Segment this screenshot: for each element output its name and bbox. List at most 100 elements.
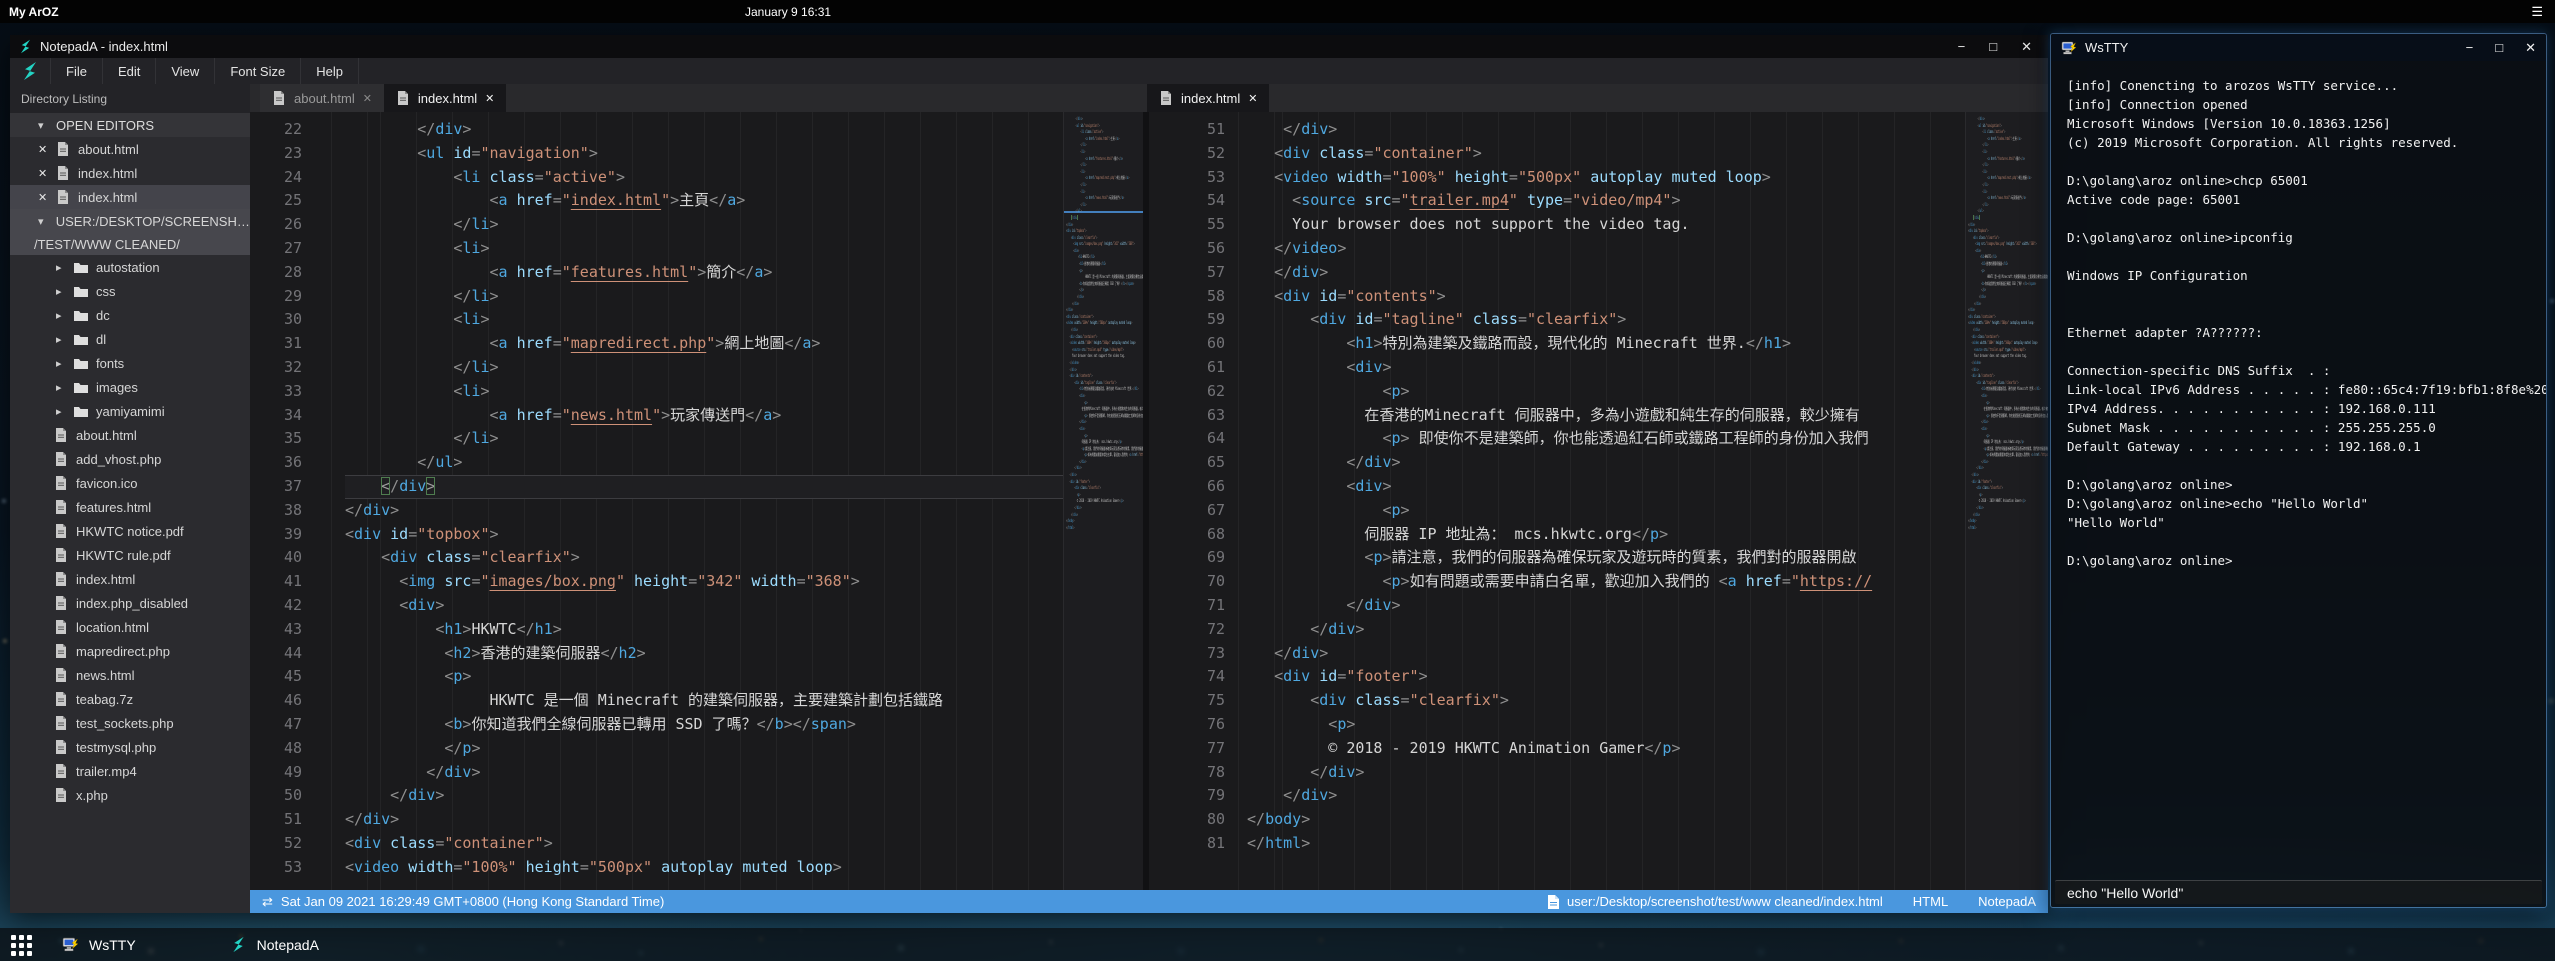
notepada-titlebar[interactable]: NotepadA - index.html [10, 35, 2048, 58]
menu-help[interactable]: Help [301, 58, 359, 84]
code-line[interactable]: </li> [345, 356, 1063, 380]
code-line[interactable]: <p> [1247, 499, 1965, 523]
taskbar-item-notepada[interactable]: NotepadA [216, 928, 333, 961]
code-line[interactable]: HKWTC 是一個 Minecraft 的建築伺服器，主要建築計劃包括鐵路 [345, 689, 1063, 713]
file-item[interactable]: test_sockets.php [10, 711, 250, 735]
close-tab-icon[interactable] [485, 92, 494, 105]
terminal-output[interactable]: [info] Conencting to arozos WsTTY servic… [2051, 61, 2546, 880]
code-line[interactable]: <source src="trailer.mp4" type="video/mp… [1247, 189, 1965, 213]
code-line[interactable]: </div> [345, 761, 1063, 785]
close-icon[interactable] [38, 167, 48, 180]
code-line[interactable]: <li> [345, 308, 1063, 332]
file-item[interactable]: about.html [10, 423, 250, 447]
close-icon[interactable] [38, 191, 48, 204]
minimize-button[interactable] [1958, 39, 1966, 54]
code-line[interactable]: <p>請注意，我們的伺服器為確保玩家及遊玩時的質素，我們對的服器開啟 [1247, 546, 1965, 570]
code-line[interactable]: <video width="100%" height="500px" autop… [345, 856, 1063, 880]
code-line[interactable]: <div class="clearfix"> [345, 546, 1063, 570]
code-line[interactable]: </video> [1247, 237, 1965, 261]
code-line[interactable]: © 2018 - 2019 HKWTC Animation Gamer</p> [1247, 737, 1965, 761]
wstty-titlebar[interactable]: WsTTY [2051, 34, 2546, 61]
tab-index-html-left[interactable]: index.html [384, 84, 506, 112]
code-line[interactable]: <a href="mapredirect.php">網上地圖</a> [345, 332, 1063, 356]
file-item[interactable]: location.html [10, 615, 250, 639]
code-line[interactable]: <p> [1247, 380, 1965, 404]
code-line[interactable]: <li> [345, 237, 1063, 261]
file-item[interactable]: news.html [10, 663, 250, 687]
folder-item[interactable]: autostation [10, 255, 250, 279]
code-line[interactable]: <h2>香港的建築伺服器</h2> [345, 642, 1063, 666]
hamburger-menu-icon[interactable] [2531, 0, 2543, 23]
code-line[interactable]: <a href="features.html">簡介</a> [345, 261, 1063, 285]
statusbar-language[interactable]: HTML [1913, 894, 1948, 909]
code-line[interactable]: </div> [1247, 594, 1965, 618]
taskbar-item-wstty[interactable]: WsTTY [48, 928, 150, 961]
code-line[interactable]: 伺服器 IP 地址為： mcs.hkwtc.org</p> [1247, 523, 1965, 547]
code-line[interactable]: <p> [345, 665, 1063, 689]
tree-root-path-line2[interactable]: /TEST/WWW CLEANED/ [10, 233, 250, 255]
system-menu-title[interactable]: My ArOZ [9, 5, 59, 19]
open-editor-item[interactable]: index.html [10, 185, 250, 209]
folder-item[interactable]: dl [10, 327, 250, 351]
code-line[interactable]: </div> [345, 499, 1063, 523]
code-line[interactable]: <div class="clearfix"> [1247, 689, 1965, 713]
code-line[interactable]: <p> [1247, 713, 1965, 737]
code-line[interactable]: <div id="footer"> [1247, 665, 1965, 689]
maximize-button[interactable] [2495, 40, 2503, 56]
folder-item[interactable]: yamiyamimi [10, 399, 250, 423]
code-line[interactable]: <li> [345, 380, 1063, 404]
folder-item[interactable]: css [10, 279, 250, 303]
code-line[interactable]: </div> [1247, 784, 1965, 808]
minimap-left[interactable]: </div> <ul id="navigation"> <li class="a… [1063, 112, 1143, 890]
tree-root-path[interactable]: USER:/DESKTOP/SCREENSHOT [10, 209, 250, 233]
file-item[interactable]: x.php [10, 783, 250, 807]
code-editor-right[interactable]: </div> <div class="container"> <video wi… [1237, 112, 1965, 890]
tab-about-html[interactable]: about.html [260, 84, 384, 112]
close-icon[interactable] [38, 143, 48, 156]
file-item[interactable]: teabag.7z [10, 687, 250, 711]
close-button[interactable] [2525, 40, 2536, 56]
code-line[interactable]: <a href="news.html">玩家傳送門</a> [345, 404, 1063, 428]
file-item[interactable]: add_vhost.php [10, 447, 250, 471]
file-item[interactable]: trailer.mp4 [10, 759, 250, 783]
menu-file[interactable]: File [50, 58, 103, 84]
code-line[interactable]: <div class="container"> [1247, 142, 1965, 166]
code-line[interactable]: </html> [1247, 832, 1965, 856]
app-launcher-button[interactable] [0, 928, 40, 961]
file-item[interactable]: features.html [10, 495, 250, 519]
code-line[interactable]: Your browser does not support the video … [1247, 213, 1965, 237]
menu-view[interactable]: View [156, 58, 215, 84]
maximize-button[interactable] [1989, 39, 1997, 54]
code-line[interactable]: </div> [1247, 118, 1965, 142]
file-item[interactable]: index.html [10, 567, 250, 591]
open-editor-item[interactable]: index.html [10, 161, 250, 185]
code-line[interactable]: <div id="topbox"> [345, 523, 1063, 547]
code-line[interactable]: <div> [345, 594, 1063, 618]
close-tab-icon[interactable] [363, 92, 372, 105]
file-item[interactable]: mapredirect.php [10, 639, 250, 663]
code-line[interactable]: </ul> [345, 451, 1063, 475]
code-line[interactable]: </div> [345, 808, 1063, 832]
menu-font-size[interactable]: Font Size [215, 58, 301, 84]
folder-item[interactable]: dc [10, 303, 250, 327]
code-line[interactable]: </li> [345, 427, 1063, 451]
code-line[interactable]: <p>如有問題或需要申請白名單，歡迎加入我們的 <a href="https:/… [1247, 570, 1965, 594]
file-item[interactable]: favicon.ico [10, 471, 250, 495]
minimap-right[interactable]: </div> <ul id="navigation"> <li class="a… [1965, 112, 2048, 890]
folder-item[interactable]: images [10, 375, 250, 399]
menu-edit[interactable]: Edit [103, 58, 156, 84]
code-line[interactable]: 在香港的Minecraft 伺服器中，多為小遊戲和純生存的伺服器，較少擁有 [1247, 404, 1965, 428]
file-item[interactable]: HKWTC rule.pdf [10, 543, 250, 567]
code-line[interactable]: <a href="index.html">主頁</a> [345, 189, 1063, 213]
code-line[interactable]: </p> [345, 737, 1063, 761]
open-editor-item[interactable]: about.html [10, 137, 250, 161]
code-line[interactable]: </div> [345, 475, 1063, 499]
code-line[interactable]: <h1>特別為建築及鐵路而設，現代化的 Minecraft 世界.</h1> [1247, 332, 1965, 356]
code-line[interactable]: </div> [1247, 261, 1965, 285]
file-item[interactable]: HKWTC notice.pdf [10, 519, 250, 543]
code-line[interactable]: <img src="images/box.png" height="342" w… [345, 570, 1063, 594]
code-line[interactable]: <li class="active"> [345, 166, 1063, 190]
code-line[interactable]: <b>你知道我們全線伺服器已轉用 SSD 了嗎？</b></span> [345, 713, 1063, 737]
file-item[interactable]: index.php_disabled [10, 591, 250, 615]
code-line[interactable]: <ul id="navigation"> [345, 142, 1063, 166]
